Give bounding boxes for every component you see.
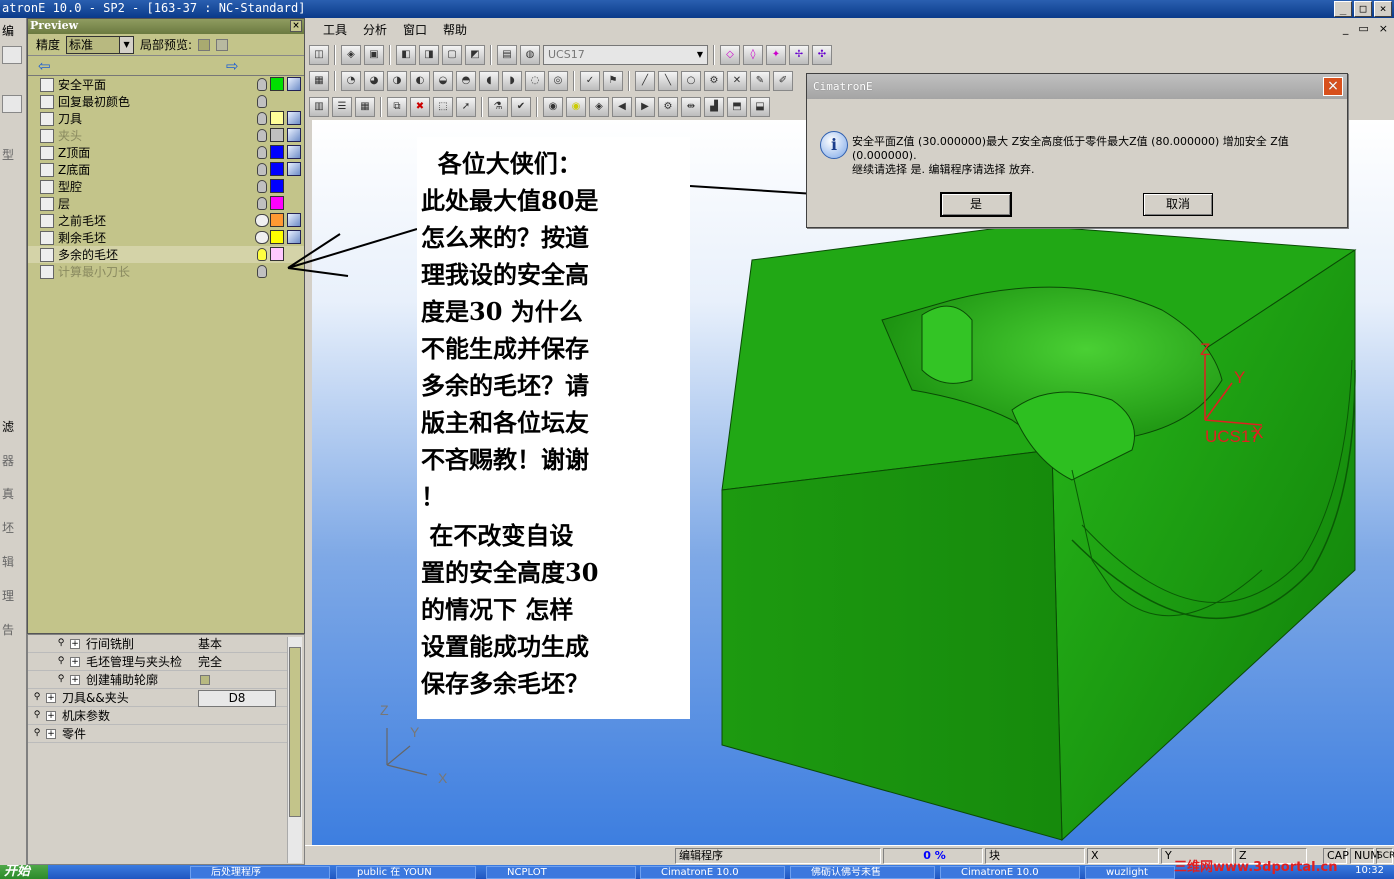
- task-item-7[interactable]: wuzlight: [1085, 866, 1175, 879]
- annotation-note: 各位大侠们： 此处最大值80是 怎么来的？按道 理我设的安全高 度是30 为什么…: [417, 137, 690, 719]
- watermark: 三维网www.3dportal.cn: [1174, 860, 1338, 875]
- task-item-5[interactable]: 佛砺认佛号未售: [790, 866, 935, 879]
- annotation-paragraph-1: 各位大侠们： 此处最大值80是 怎么来的？按道 理我设的安全高 度是30 为什么…: [421, 149, 599, 511]
- dialog-close-icon[interactable]: ×: [1323, 77, 1343, 96]
- status-mode: 编辑程序: [675, 848, 881, 864]
- yes-button[interactable]: 是: [940, 192, 1012, 217]
- annotation-paragraph-2: 在不改变自设 置的安全高度30 的情况下 怎样 设置能成功生成 保存多余毛坯？: [421, 521, 599, 698]
- task-item-4[interactable]: CimatronE 10.0: [640, 866, 785, 879]
- status-progress: 0 %: [883, 848, 983, 864]
- dialog-title: CimatronE: [813, 80, 873, 93]
- cancel-button[interactable]: 取消: [1143, 193, 1213, 216]
- dialog-titlebar: CimatronE ×: [807, 74, 1347, 99]
- task-item-3[interactable]: NCPLOT: [486, 866, 636, 879]
- warning-dialog: CimatronE × i 安全平面Z值 (30.000000)最大 Z安全高度…: [806, 73, 1348, 228]
- clock: 10:32: [1355, 865, 1384, 876]
- dialog-message: 安全平面Z值 (30.000000)最大 Z安全高度低于零件最大Z值 (80.0…: [852, 135, 1289, 176]
- arrow-to-layer: [287, 228, 418, 277]
- start-button[interactable]: 开始: [0, 865, 48, 879]
- status-unit: 块: [985, 848, 1085, 864]
- status-num: NUM: [1350, 848, 1380, 864]
- status-x: X: [1087, 848, 1159, 864]
- status-scrl: SCRL: [1376, 848, 1394, 864]
- task-item-6[interactable]: CimatronE 10.0: [940, 866, 1080, 879]
- task-item-1[interactable]: 后处理程序: [190, 866, 330, 879]
- info-icon: i: [820, 131, 848, 159]
- task-item-2[interactable]: public 在 YOUN: [336, 866, 476, 879]
